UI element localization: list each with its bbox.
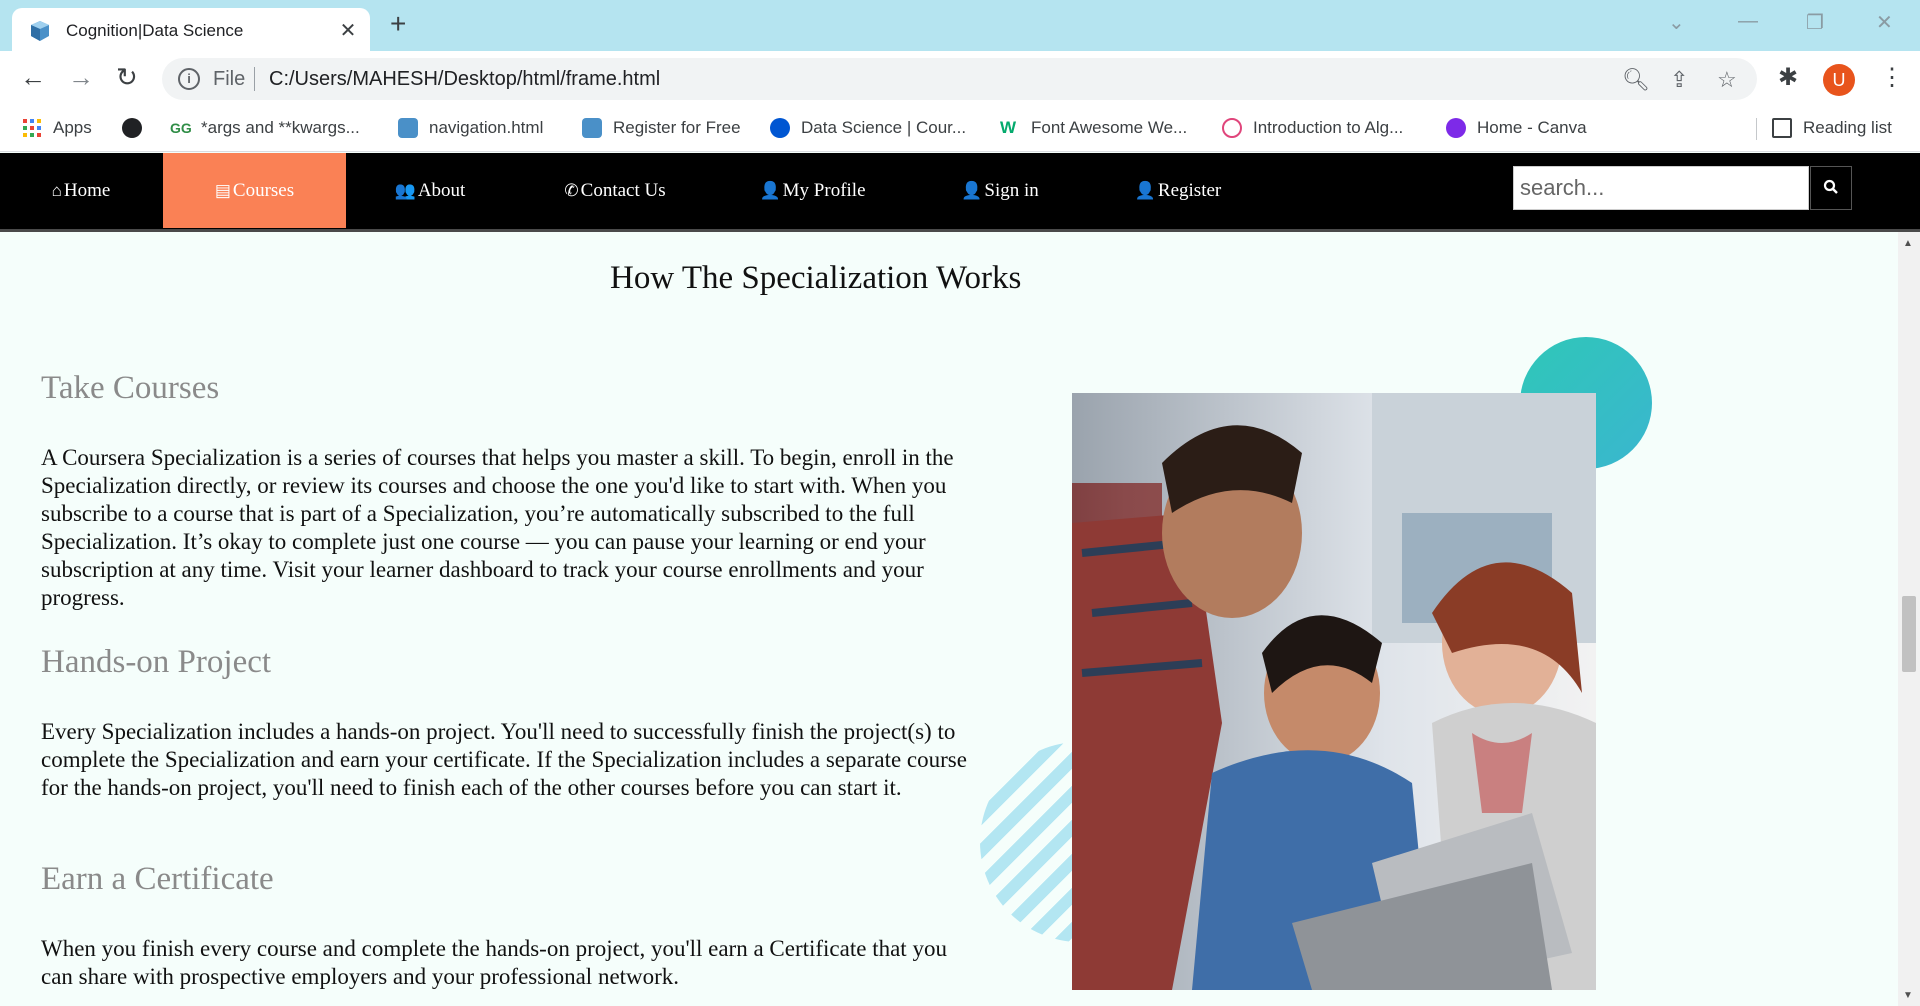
scroll-up-icon[interactable]: ▲ xyxy=(1903,238,1913,249)
nav-about-label: About xyxy=(417,179,466,201)
user-icon: 👤 xyxy=(1134,180,1156,200)
bookmark-apps[interactable]: Apps xyxy=(22,114,92,142)
bookmark-label: Register for Free xyxy=(613,118,741,137)
browser-tab[interactable]: Cognition|Data Science ✕ xyxy=(12,8,370,51)
bookmarks-divider xyxy=(1756,118,1757,140)
reading-list[interactable]: Reading list xyxy=(1772,114,1892,142)
site-search-input[interactable] xyxy=(1513,166,1809,210)
scroll-down-icon[interactable]: ▼ xyxy=(1903,990,1913,1001)
page-scrollbar[interactable]: ▲ ▼ xyxy=(1898,232,1920,1006)
bookmark-navigation[interactable]: navigation.html xyxy=(398,114,543,142)
bookmark-algorithms[interactable]: Introduction to Alg... xyxy=(1222,114,1403,142)
coursera-icon xyxy=(770,118,790,138)
tab-search-chevron-icon[interactable]: ⌄ xyxy=(1668,10,1685,35)
w3schools-icon: W xyxy=(1000,118,1017,137)
book-icon: ▤ xyxy=(214,180,231,200)
bookmark-args-kwargs[interactable]: GG *args and **kwargs... xyxy=(170,114,360,142)
url-text[interactable]: C:/Users/MAHESH/Desktop/html/frame.html xyxy=(269,68,660,91)
nav-home-label: Home xyxy=(63,179,111,201)
address-bar[interactable]: i File C:/Users/MAHESH/Desktop/html/fram… xyxy=(162,58,1757,100)
restore-icon[interactable]: ❐ xyxy=(1806,10,1824,35)
section-title-earn-certificate: Earn a Certificate xyxy=(41,861,274,897)
html-file-icon xyxy=(398,118,418,138)
browser-tab-strip: Cognition|Data Science ✕ + ⌄ — ❐ ✕ xyxy=(0,0,1920,51)
apps-grid-icon xyxy=(23,119,41,137)
nav-contact-us[interactable]: ✆ Contact Us xyxy=(550,153,680,228)
user-plus-icon: 👤 xyxy=(961,180,983,200)
geeksforgeeks-icon: GG xyxy=(170,120,192,136)
user-icon: 👤 xyxy=(759,180,781,200)
nav-contact-label: Contact Us xyxy=(580,179,666,201)
nav-courses-label: Courses xyxy=(232,179,295,201)
bookmark-label: *args and **kwargs... xyxy=(201,118,360,137)
section-title-hands-on-project: Hands-on Project xyxy=(41,644,272,680)
html-file-icon xyxy=(582,118,602,138)
fingerprint-icon xyxy=(1222,118,1242,138)
file-scheme-label: File xyxy=(213,68,246,90)
back-icon[interactable]: ← xyxy=(20,63,46,91)
bookmark-label: Data Science | Cour... xyxy=(801,118,967,137)
site-search-button[interactable] xyxy=(1810,166,1852,210)
section-title-take-courses: Take Courses xyxy=(41,370,220,406)
profile-avatar[interactable]: U xyxy=(1823,64,1855,96)
section-body-take-courses: A Coursera Specialization is a series of… xyxy=(41,445,954,610)
extensions-icon[interactable]: ✱ xyxy=(1778,63,1798,92)
nav-register[interactable]: 👤 Register xyxy=(1128,153,1228,228)
site-info-icon[interactable]: i xyxy=(178,68,200,90)
bookmarks-bar: Apps GG *args and **kwargs... navigation… xyxy=(0,106,1920,152)
bookmark-star-icon[interactable]: ☆ xyxy=(1717,67,1737,93)
tab-favicon-icon xyxy=(31,21,49,41)
bookmark-label: Apps xyxy=(53,118,92,137)
globe-icon xyxy=(122,118,142,138)
section-body-earn-certificate: When you finish every course and complet… xyxy=(41,936,947,989)
reload-icon[interactable]: ↻ xyxy=(116,63,138,91)
bookmark-canva[interactable]: Home - Canva xyxy=(1446,114,1587,142)
page-title: How The Specialization Works xyxy=(610,260,1022,296)
nav-profile-label: My Profile xyxy=(782,179,866,201)
new-tab-button[interactable]: + xyxy=(390,10,406,38)
nav-about[interactable]: 👥 About xyxy=(380,153,480,228)
zoom-icon[interactable]: 🔍︎ xyxy=(1622,67,1650,93)
minimize-icon[interactable]: — xyxy=(1738,10,1758,33)
tab-title: Cognition|Data Science xyxy=(66,21,244,40)
scrollbar-thumb[interactable] xyxy=(1902,596,1916,672)
search-icon xyxy=(1823,179,1838,194)
reading-list-icon xyxy=(1772,118,1792,138)
nav-sign-in[interactable]: 👤 Sign in xyxy=(950,153,1050,228)
browser-toolbar: ← → ↻ i File C:/Users/MAHESH/Desktop/htm… xyxy=(0,51,1920,106)
bookmark-label: Home - Canva xyxy=(1477,118,1587,137)
bookmark-register[interactable]: Register for Free xyxy=(582,114,741,142)
nav-signin-label: Sign in xyxy=(984,179,1039,201)
bookmark-coursera[interactable]: Data Science | Cour... xyxy=(770,114,966,142)
site-navbar: ⌂ Home ▤ Courses 👥 About ✆ Contact Us 👤 … xyxy=(0,153,1920,230)
share-icon[interactable]: ⇪ xyxy=(1670,67,1688,93)
forward-icon[interactable]: → xyxy=(68,63,94,91)
main-content: How The Specialization Works Take Course… xyxy=(0,232,1898,1006)
phone-icon: ✆ xyxy=(564,180,579,200)
bookmark-label: Font Awesome We... xyxy=(1031,118,1188,137)
canva-icon xyxy=(1446,118,1466,138)
nav-register-label: Register xyxy=(1157,179,1222,201)
address-separator xyxy=(254,67,255,91)
tab-close-icon[interactable]: ✕ xyxy=(336,18,360,43)
nav-home[interactable]: ⌂ Home xyxy=(36,153,126,228)
menu-icon[interactable]: ⋮ xyxy=(1880,63,1904,92)
bookmark-globe[interactable] xyxy=(122,114,153,142)
section-body-hands-on-project: Every Specialization includes a hands-on… xyxy=(41,719,967,800)
nav-courses[interactable]: ▤ Courses xyxy=(163,153,346,228)
bookmark-font-awesome[interactable]: W Font Awesome We... xyxy=(1000,114,1187,142)
bookmark-label: navigation.html xyxy=(429,118,544,137)
users-icon: 👥 xyxy=(394,180,416,200)
bookmark-label: Introduction to Alg... xyxy=(1253,118,1404,137)
close-window-icon[interactable]: ✕ xyxy=(1876,10,1893,35)
reading-list-label: Reading list xyxy=(1803,118,1892,137)
nav-my-profile[interactable]: 👤 My Profile xyxy=(755,153,870,228)
home-icon: ⌂ xyxy=(51,180,62,200)
students-photo xyxy=(1072,393,1596,990)
